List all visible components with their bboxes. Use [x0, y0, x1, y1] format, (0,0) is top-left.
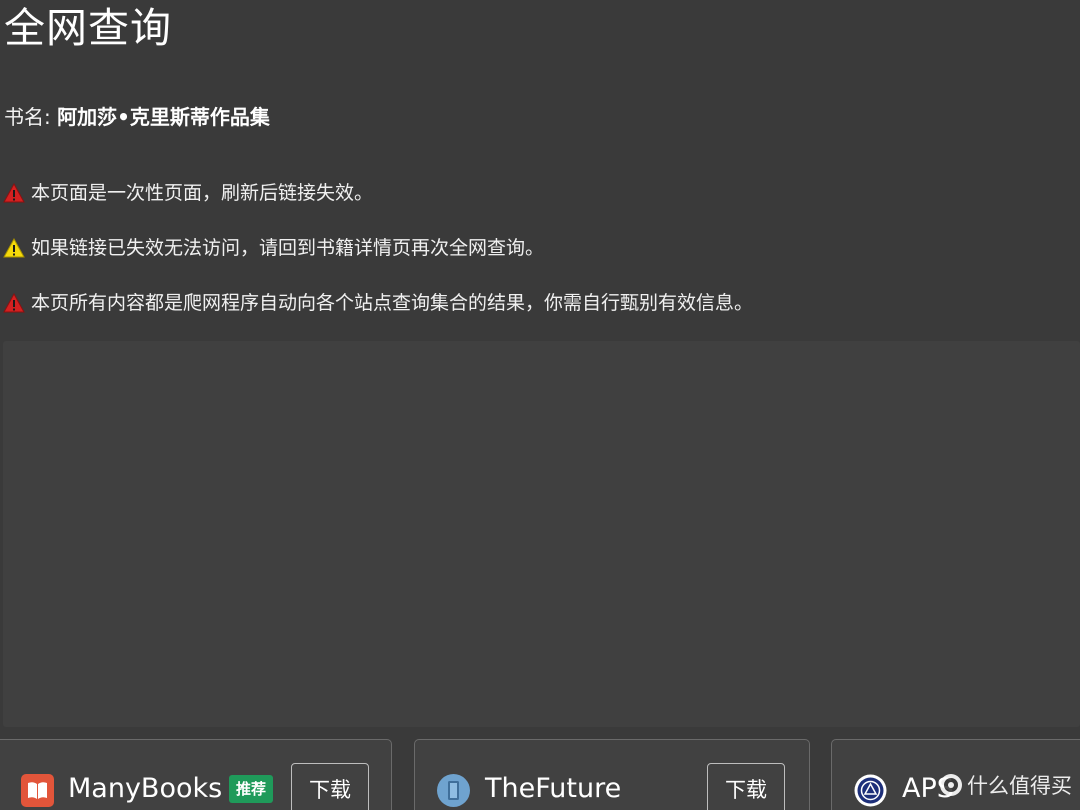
watermark-logo-icon — [940, 774, 962, 796]
book-icon — [21, 774, 54, 807]
notice-one-time-page: 本页面是一次性页面，刷新后链接失效。 — [3, 179, 373, 207]
notice-link-expired: 如果链接已失效无法访问，请回到书籍详情页再次全网查询。 — [3, 234, 544, 262]
warning-red-icon — [3, 293, 25, 313]
watermark-text: 什么值得买 — [967, 774, 1072, 798]
warning-red-icon — [3, 183, 25, 203]
warning-yellow-icon — [3, 238, 25, 258]
download-button[interactable]: 下载 — [291, 763, 369, 810]
notice-text: 如果链接已失效无法访问，请回到书籍详情页再次全网查询。 — [31, 237, 545, 259]
notice-crawler-results: 本页所有内容都是爬网程序自动向各个站点查询集合的结果，你需自行甄别有效信息。 — [3, 289, 753, 317]
source-card-thefuture: TheFuture 下载 — [414, 739, 810, 810]
emblem-icon — [854, 774, 887, 807]
download-button[interactable]: 下载 — [707, 763, 785, 810]
recommend-badge: 推荐 — [229, 775, 274, 803]
watermark: 什么值得买 — [939, 770, 1072, 800]
page-title: 全网查询 — [4, 4, 172, 52]
notice-text: 本页所有内容都是爬网程序自动向各个站点查询集合的结果，你需自行甄别有效信息。 — [31, 292, 754, 314]
source-name: ManyBooks — [68, 773, 223, 804]
book-name-row: 书名: 阿加莎•克里斯蒂作品集 — [4, 102, 270, 132]
source-name: TheFuture — [485, 773, 622, 804]
query-page: 全网查询 书名: 阿加莎•克里斯蒂作品集 本页面是一次性页面，刷新后链接失效。 … — [0, 0, 1080, 810]
book-name-value: 阿加莎•克里斯蒂作品集 — [57, 105, 270, 129]
notice-text: 本页面是一次性页面，刷新后链接失效。 — [31, 182, 374, 204]
book-name-label: 书名: — [4, 105, 51, 129]
results-panel — [3, 341, 1080, 727]
bookmark-icon — [437, 774, 470, 807]
source-card-manybooks: ManyBooks 推荐 下载 — [0, 739, 392, 810]
